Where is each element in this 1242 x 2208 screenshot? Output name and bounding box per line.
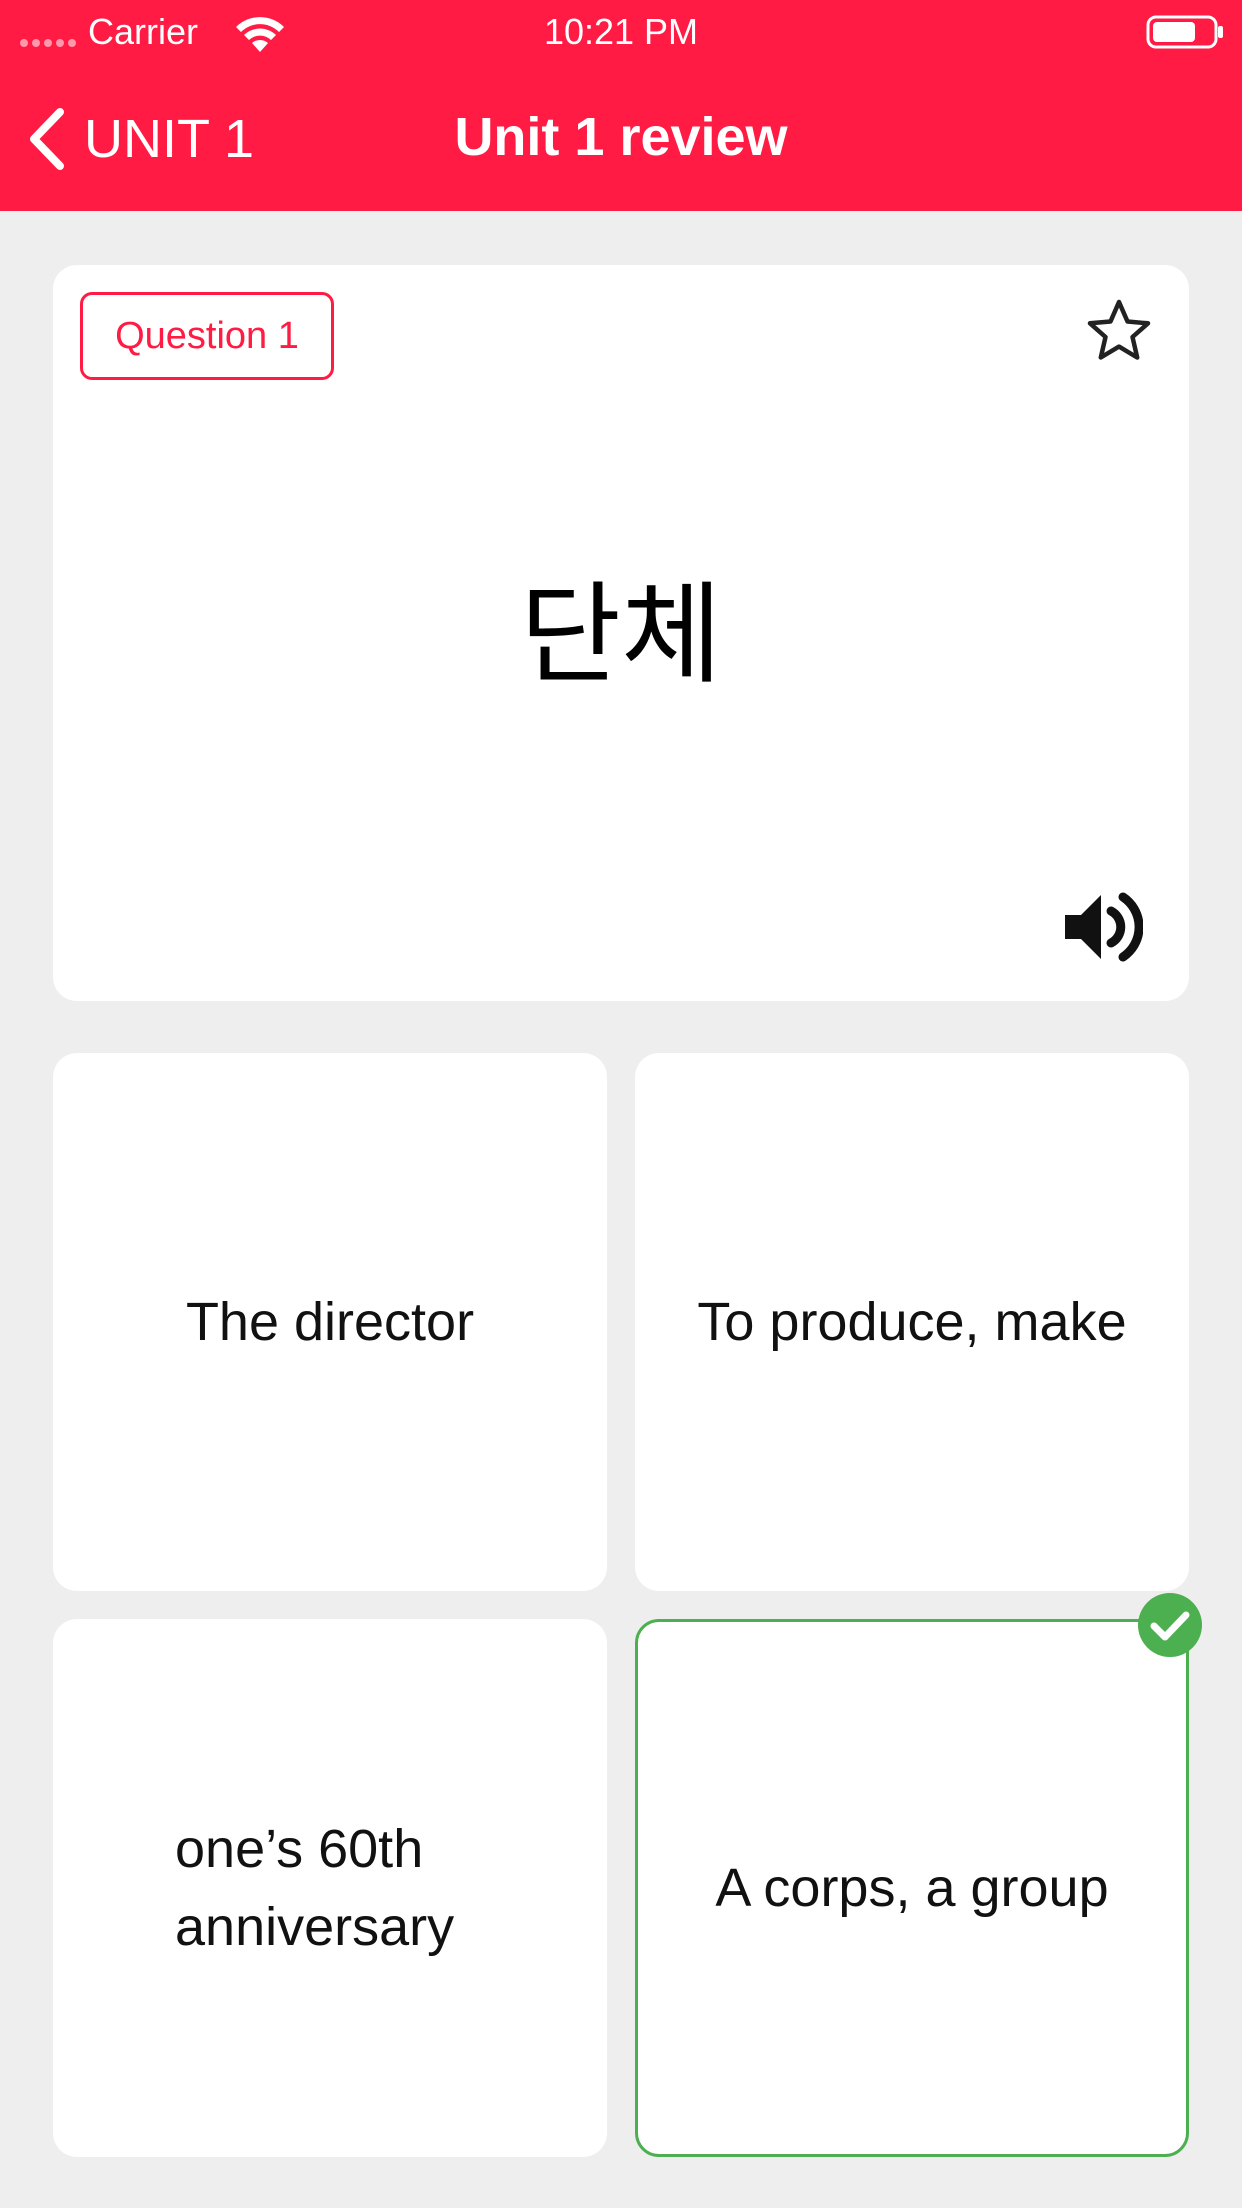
speaker-icon[interactable] (1059, 885, 1143, 969)
answer-option-text: A corps, a group (715, 1858, 1109, 1918)
navigation-bar: UNIT 1 Unit 1 review (0, 64, 1242, 211)
answer-option-text: one’s 60th anniversary (175, 1819, 455, 1957)
battery-icon (1146, 15, 1223, 49)
question-card: Question 1 단체 (53, 265, 1189, 1001)
answer-option-1[interactable]: The director (53, 1053, 607, 1591)
question-word: 단체 (519, 571, 723, 699)
status-bar: Carrier 10:21 PM (0, 0, 1242, 64)
answer-option-3[interactable]: one’s 60th anniversary (53, 1619, 607, 2157)
page-title: Unit 1 review (454, 107, 788, 167)
answer-option-2[interactable]: To produce, make (635, 1053, 1189, 1591)
app-header: Carrier 10:21 PM UNIT 1 Unit 1 review (0, 0, 1242, 211)
question-number-badge: Question 1 (80, 292, 334, 380)
answer-option-text: The director (185, 1292, 475, 1352)
status-time: 10:21 PM (543, 11, 699, 52)
answer-option-4-correct[interactable]: A corps, a group (635, 1619, 1189, 2157)
answer-option-text: To produce, make (697, 1292, 1127, 1352)
check-circle-icon (1138, 1593, 1202, 1657)
star-icon[interactable] (1085, 297, 1153, 365)
